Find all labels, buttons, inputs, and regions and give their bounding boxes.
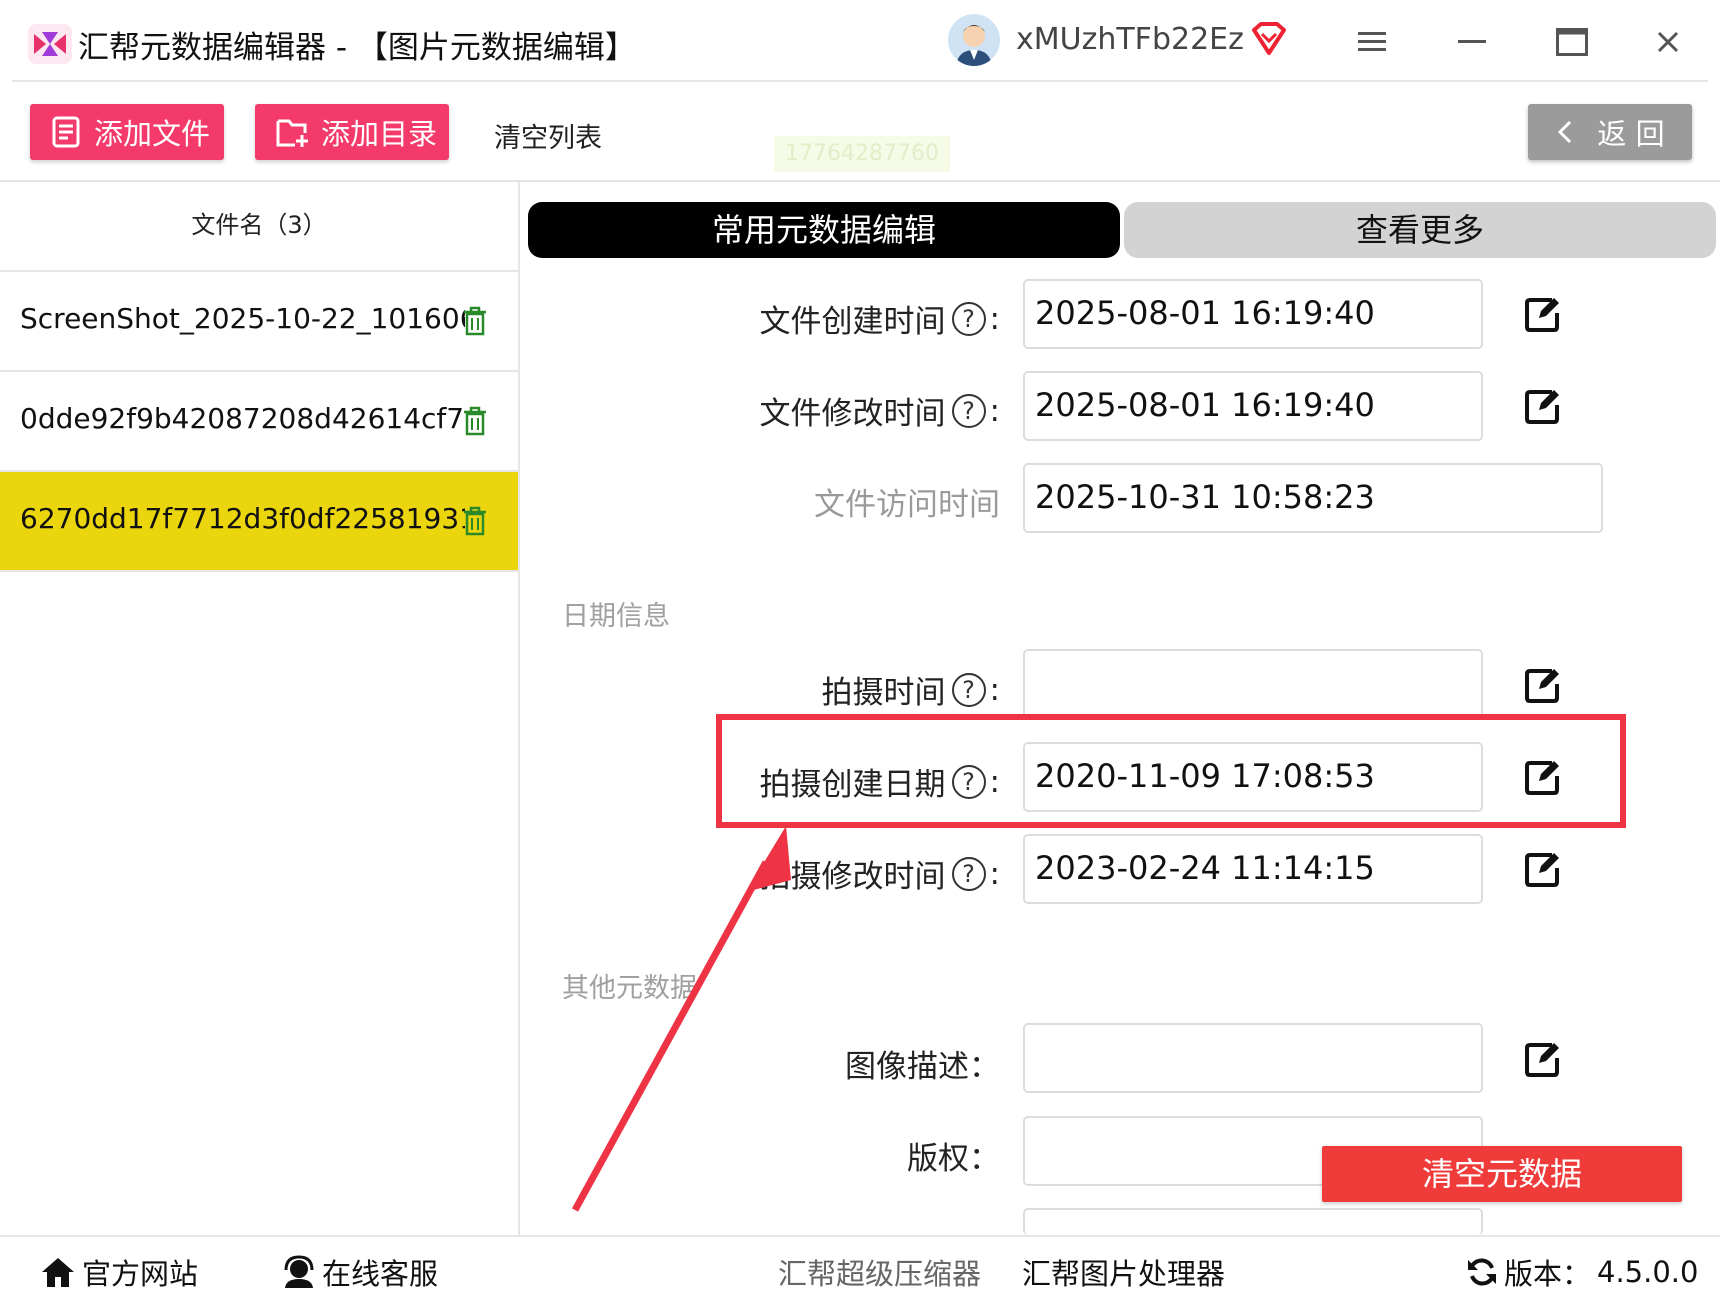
image-desc-field[interactable] xyxy=(1023,1023,1483,1093)
trash-icon[interactable] xyxy=(462,406,488,443)
compressor-link[interactable]: 汇帮超级压缩器 xyxy=(778,1251,981,1293)
file-created-label: 文件创建时间 ? : xyxy=(759,300,1000,341)
hamburger-icon[interactable] xyxy=(1344,18,1400,66)
home-icon xyxy=(42,1258,74,1287)
add-file-button[interactable]: 添加文件 xyxy=(30,104,224,160)
file-list-panel: 文件名（3） ScreenShot_2025-10-22_101606.. 0d… xyxy=(0,182,520,1235)
window-title: 汇帮元数据编辑器 - 【图片元数据编辑】 xyxy=(78,30,636,66)
official-website-link[interactable]: 官方网站 xyxy=(40,1251,198,1293)
file-accessed-field: 2025-10-31 10:58:23 xyxy=(1023,463,1603,533)
add-folder-button[interactable]: 添加目录 xyxy=(255,104,449,160)
title-divider xyxy=(12,80,1708,82)
edit-icon[interactable] xyxy=(1522,387,1562,427)
maximize-icon[interactable] xyxy=(1544,18,1600,66)
shot-modified-field[interactable]: 2023-02-24 11:14:15 xyxy=(1023,834,1483,904)
copyright-label: 版权： xyxy=(907,1141,1000,1177)
title-bar: 汇帮元数据编辑器 - 【图片元数据编辑】 xMUzhTFb22Ez xyxy=(0,0,1720,84)
shot-time-label: 拍摄时间 ? : xyxy=(821,671,1000,712)
help-icon[interactable]: ? xyxy=(951,672,986,707)
file-modified-field[interactable]: 2025-08-01 16:19:40 xyxy=(1023,371,1483,441)
clear-list-button[interactable]: 清空列表 xyxy=(494,116,602,155)
online-support-link[interactable]: 在线客服 xyxy=(282,1251,438,1293)
file-list-item-selected[interactable]: 6270dd17f7712d3f0df22581931a xyxy=(0,472,518,572)
file-list-header: 文件名（3） xyxy=(0,182,518,272)
help-icon[interactable]: ? xyxy=(951,393,986,428)
image-desc-label: 图像描述： xyxy=(845,1049,1000,1085)
refresh-icon xyxy=(1468,1258,1496,1286)
shot-time-field[interactable] xyxy=(1023,649,1483,719)
file-name: ScreenShot_2025-10-22_101606.. xyxy=(20,302,465,335)
file-list-item[interactable]: 0dde92f9b42087208d42614cf7a7 xyxy=(0,372,518,472)
highlight-box xyxy=(716,714,1626,828)
next-field-partial[interactable] xyxy=(1023,1208,1483,1235)
back-button[interactable]: 返 回 xyxy=(1528,104,1692,160)
tab-common-metadata[interactable]: 常用元数据编辑 xyxy=(528,202,1120,258)
edit-icon[interactable] xyxy=(1522,666,1562,706)
edit-icon[interactable] xyxy=(1522,295,1562,335)
app-logo-icon xyxy=(28,24,72,64)
trash-icon[interactable] xyxy=(462,506,488,543)
image-processor-link[interactable]: 汇帮图片处理器 xyxy=(1022,1251,1225,1293)
username: xMUzhTFb22Ez xyxy=(1016,22,1244,57)
edit-icon[interactable] xyxy=(1522,850,1562,890)
file-modified-label: 文件修改时间 ? : xyxy=(759,392,1000,433)
folder-add-icon xyxy=(276,119,308,147)
date-info-section-title: 日期信息 xyxy=(562,601,670,632)
file-created-field[interactable]: 2025-08-01 16:19:40 xyxy=(1023,279,1483,349)
trash-icon[interactable] xyxy=(462,306,488,343)
clear-metadata-button[interactable]: 清空元数据 xyxy=(1322,1146,1682,1202)
file-accessed-label: 文件访问时间 xyxy=(814,487,1000,523)
minimize-icon[interactable] xyxy=(1444,18,1500,66)
help-icon[interactable]: ? xyxy=(951,856,986,891)
file-list-icon xyxy=(52,116,80,148)
vip-diamond-icon[interactable] xyxy=(1250,22,1288,60)
close-icon[interactable] xyxy=(1640,18,1696,66)
version-info[interactable]: 版本： 4.5.0.0 xyxy=(1466,1251,1698,1293)
faded-tag: 17764287760 xyxy=(774,136,950,172)
edit-icon[interactable] xyxy=(1522,1040,1562,1080)
file-name: 6270dd17f7712d3f0df22581931a xyxy=(20,502,465,535)
headset-icon xyxy=(284,1255,314,1288)
file-list-item[interactable]: ScreenShot_2025-10-22_101606.. xyxy=(0,272,518,372)
status-bar: 官方网站 在线客服 汇帮超级压缩器 汇帮图片处理器 版本： 4.5.0.0 xyxy=(0,1235,1720,1300)
other-meta-section-title: 其他元数据 xyxy=(562,973,697,1004)
toolbar: 添加文件 添加目录 清空列表 17764287760 返 回 xyxy=(0,84,1720,182)
back-label: 返 回 xyxy=(1597,117,1665,151)
add-file-label: 添加文件 xyxy=(94,117,211,151)
tab-view-more[interactable]: 查看更多 xyxy=(1124,202,1716,258)
add-folder-label: 添加目录 xyxy=(321,117,438,151)
chevron-left-icon xyxy=(1558,120,1572,144)
user-avatar[interactable] xyxy=(948,14,1000,66)
file-name: 0dde92f9b42087208d42614cf7a7 xyxy=(20,402,465,435)
help-icon[interactable]: ? xyxy=(951,301,986,336)
shot-modified-label: 拍摄修改时间 ? : xyxy=(759,855,1000,896)
